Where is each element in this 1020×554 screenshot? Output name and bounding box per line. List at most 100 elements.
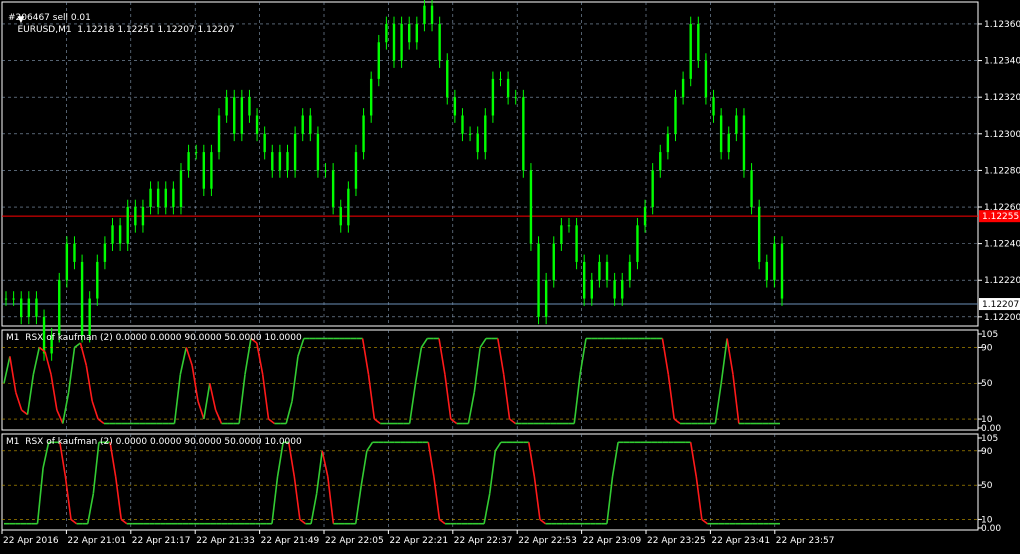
rsx2-segment: [92, 442, 100, 494]
candle-body: [12, 298, 15, 300]
candle-body: [172, 188, 175, 208]
candle-body: [187, 152, 190, 171]
rsx1-segment: [208, 383, 217, 411]
candle-body: [392, 23, 396, 61]
rsx1-segment: [173, 374, 182, 424]
rsx2-segment: [276, 442, 284, 477]
rsx2-segment: [293, 476, 301, 520]
time-axis-label: 22 Apr 23:57: [776, 536, 835, 546]
candle-body: [27, 298, 31, 317]
rsx2-segment: [59, 442, 67, 477]
candle-body: [80, 261, 84, 336]
candle-body: [666, 133, 670, 153]
metatrader-chart-window[interactable]: 22 Apr 2016 22 Apr 21:01 22 Apr 21:17 22 Ap…: [0, 0, 1020, 551]
candle-body: [575, 225, 578, 262]
price-axis-label: 1.12200: [984, 313, 1020, 323]
price-axis-label: 1.12240: [984, 240, 1020, 250]
candle-body: [65, 243, 69, 281]
rsx1-segment: [44, 351, 52, 375]
price-panel[interactable]: [2, 0, 978, 361]
candle-body: [309, 115, 312, 134]
candle-body: [126, 207, 129, 244]
candle-body: [567, 225, 571, 227]
candle-body: [248, 97, 251, 116]
candle-body: [316, 133, 320, 171]
order-price-label: 1.12255: [982, 212, 1019, 222]
candle-body: [179, 170, 183, 208]
rsx1-segment: [438, 338, 446, 375]
rsx1-segment: [502, 374, 511, 420]
rsx1-segment: [444, 374, 452, 420]
time-axis-label: 22 Apr 22:37: [454, 536, 513, 546]
candle-body: [286, 152, 289, 171]
rsx1-segment: [367, 374, 376, 420]
time-axis-label: 22 Apr 2016: [3, 536, 59, 546]
rsx2-segment: [354, 485, 363, 524]
rsx1-segment: [479, 338, 487, 348]
candle-body: [240, 97, 244, 134]
rsx2-segment: [271, 476, 279, 524]
candle-body: [263, 133, 266, 153]
rsx-axis-label: 90: [981, 343, 993, 353]
rsx1-segment: [509, 418, 516, 425]
rsx2-segment: [533, 476, 541, 520]
price-axis-label: 1.12360: [984, 20, 1020, 30]
price-axis-label: 1.12340: [984, 57, 1020, 67]
rsx2-segment: [438, 518, 446, 525]
rsx1-segment: [32, 347, 41, 375]
rsx-axis-label: 50: [981, 481, 993, 491]
time-axis-label: 22 Apr 21:49: [261, 536, 320, 546]
rsx1-segment: [473, 347, 481, 393]
rsx1-segment: [573, 374, 581, 424]
candle-body: [164, 188, 167, 208]
rsx1-segment: [79, 342, 88, 366]
rsx2-segment: [287, 442, 296, 477]
candle-body: [643, 207, 647, 226]
rsx2-segment: [427, 442, 435, 477]
candle-body: [453, 97, 457, 116]
rsx2-segment: [327, 476, 335, 524]
time-axis-label: 22 Apr 22:53: [518, 536, 577, 546]
rsx2-segment: [539, 518, 547, 525]
rsx1-segment: [673, 418, 681, 425]
rsx1-segment: [197, 400, 205, 420]
price-axis-label: 1.12280: [984, 166, 1020, 176]
rsx1-segment: [414, 347, 423, 384]
rsx1-segment: [450, 418, 458, 425]
time-axis-label: 22 Apr 21:17: [132, 536, 191, 546]
rsx2-segment: [360, 450, 368, 486]
rsx1-segment: [21, 409, 28, 416]
candle-body: [210, 152, 213, 189]
rsx2-segment: [695, 476, 703, 520]
rsx2-segment: [689, 442, 698, 477]
candle-body: [613, 280, 616, 299]
candle-body: [499, 78, 502, 80]
candle-body: [697, 23, 700, 61]
candle-body: [674, 97, 677, 134]
rsx1-segment: [191, 365, 199, 402]
price-axis-label: 1.12220: [984, 276, 1020, 286]
rsx-panel-1[interactable]: [2, 337, 978, 425]
candle-body: [780, 243, 784, 299]
candle-body: [529, 170, 533, 244]
rsx-axis-label: 0.00: [981, 524, 1001, 534]
candle-body: [293, 133, 297, 171]
rsx-axis-label: 105: [981, 330, 998, 340]
rsx-caption-2: M1 RSX of kaufman (2) 0.0000 0.0000 90.0…: [6, 437, 302, 447]
rsx-panel-2[interactable]: [2, 441, 978, 525]
rsx2-segment: [494, 441, 502, 452]
time-axis-label: 22 Apr 22:05: [325, 536, 384, 546]
candle-body: [522, 97, 525, 171]
rsx2-segment: [606, 476, 614, 524]
rsx2-segment: [321, 450, 329, 477]
candle-body: [605, 261, 609, 281]
candle-body: [689, 23, 692, 79]
rsx1-segment: [26, 374, 35, 415]
rsx-axis-label: 105: [981, 434, 998, 444]
rsx2-segment: [433, 476, 441, 520]
chart-canvas[interactable]: 22 Apr 2016 22 Apr 21:01 22 Apr 21:17 22 Ap…: [0, 0, 1020, 551]
rsx1-segment: [291, 356, 299, 402]
candle-body: [362, 115, 365, 153]
price-axis-label: 1.12320: [984, 93, 1020, 103]
rsx1-segment: [726, 338, 734, 375]
